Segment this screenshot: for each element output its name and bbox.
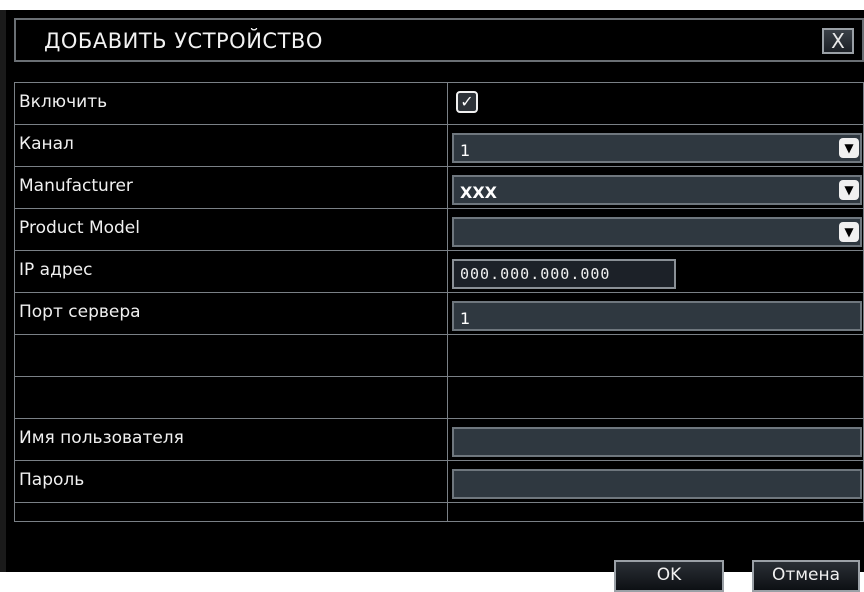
close-icon: X	[831, 29, 845, 53]
product-model-label: Product Model	[19, 218, 140, 238]
row-enable: Включить ✓	[15, 83, 863, 125]
port-label: Порт сервера	[19, 302, 141, 322]
enable-label: Включить	[19, 92, 108, 112]
ip-value: 000.000.000.000	[460, 265, 611, 283]
cancel-button[interactable]: Отмена	[752, 560, 860, 592]
row-port: Порт сервера 1	[15, 293, 863, 335]
ip-address-input[interactable]: 000.000.000.000	[452, 259, 676, 289]
close-button[interactable]: X	[822, 28, 854, 54]
username-label: Имя пользователя	[19, 428, 184, 448]
username-input[interactable]	[452, 427, 862, 457]
manufacturer-label: Manufacturer	[19, 176, 133, 196]
row-channel: Канал 1 ▼	[15, 125, 863, 167]
product-model-select[interactable]: ▼	[452, 217, 862, 247]
add-device-dialog: ДОБАВИТЬ УСТРОЙСТВО X Включить ✓ Канал 1…	[0, 10, 864, 592]
manufacturer-value: XXX	[460, 183, 498, 202]
row-manufacturer: Manufacturer XXX ▼	[15, 167, 863, 209]
row-ip: IP адрес 000.000.000.000	[15, 251, 863, 293]
chevron-down-icon[interactable]: ▼	[839, 222, 859, 242]
row-empty-1	[15, 335, 863, 377]
row-empty-2	[15, 377, 863, 419]
password-input[interactable]	[452, 469, 862, 499]
ip-label: IP адрес	[19, 260, 93, 280]
row-product-model: Product Model ▼	[15, 209, 863, 251]
device-form: Включить ✓ Канал 1 ▼ Manufacturer XXX ▼ …	[14, 82, 864, 522]
chevron-down-icon[interactable]: ▼	[839, 138, 859, 158]
channel-label: Канал	[19, 134, 74, 154]
title-bar: ДОБАВИТЬ УСТРОЙСТВО X	[14, 18, 864, 62]
check-icon: ✓	[460, 92, 474, 111]
dialog-title: ДОБАВИТЬ УСТРОЙСТВО	[44, 29, 323, 53]
password-label: Пароль	[19, 470, 85, 490]
port-value: 1	[460, 309, 471, 328]
row-password: Пароль	[15, 461, 863, 503]
channel-select[interactable]: 1 ▼	[452, 133, 862, 163]
ok-button[interactable]: OK	[614, 560, 724, 592]
chevron-down-icon[interactable]: ▼	[839, 180, 859, 200]
channel-value: 1	[460, 141, 471, 160]
manufacturer-select[interactable]: XXX ▼	[452, 175, 862, 205]
row-username: Имя пользователя	[15, 419, 863, 461]
enable-checkbox[interactable]: ✓	[456, 91, 478, 113]
port-input[interactable]: 1	[452, 301, 862, 331]
